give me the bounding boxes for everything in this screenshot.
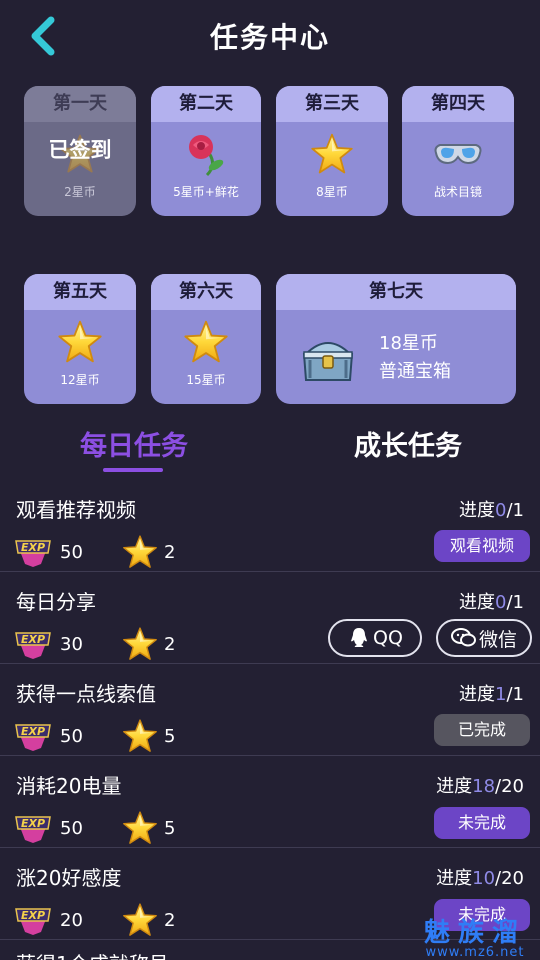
watermark: 魅族溜 www.mz6.net <box>424 912 526 960</box>
task-row: 每日分享 进度0/1 30 2 QQ 微信 <box>0 572 540 664</box>
day-label: 第四天 <box>402 86 514 122</box>
rose-icon <box>182 130 230 178</box>
star-value: 2 <box>164 910 176 931</box>
day-card-1[interactable]: 第一天 已签到 2星币 <box>24 86 136 216</box>
star-value: 5 <box>164 726 176 747</box>
task-name: 消耗20电量 <box>16 774 122 798</box>
qq-icon <box>351 628 368 647</box>
star-icon <box>122 626 158 662</box>
task-name: 涨20好感度 <box>16 866 122 890</box>
exp-icon <box>14 536 52 568</box>
reward-text: 15星币 <box>186 373 226 387</box>
exp-value: 50 <box>60 818 83 839</box>
reward-text: 5星币+鲜花 <box>173 185 239 199</box>
tab-growth-tasks[interactable]: 成长任务 <box>354 424 462 463</box>
day-card-2[interactable]: 第二天 5星币+鲜花 <box>151 86 261 216</box>
goggles-icon <box>434 130 482 178</box>
task-progress: 进度10/20 <box>436 868 524 889</box>
task-row: 消耗20电量 进度18/20 50 5 未完成 <box>0 756 540 848</box>
treasure-chest-icon <box>300 330 356 386</box>
day-label: 第三天 <box>276 86 388 122</box>
task-name: 观看推荐视频 <box>16 498 136 522</box>
task-name: 获得一点线索值 <box>16 682 156 706</box>
reward-text: 普通宝箱 <box>379 361 451 382</box>
day-card-5[interactable]: 第五天 12星币 <box>24 274 136 404</box>
exp-value: 30 <box>60 634 83 655</box>
task-row: 获得一点线索值 进度1/1 50 5 已完成 <box>0 664 540 756</box>
day-card-3[interactable]: 第三天 8星币 <box>276 86 388 216</box>
day-card-4[interactable]: 第四天 战术目镜 <box>402 86 514 216</box>
task-progress: 进度18/20 <box>436 776 524 797</box>
star-value: 2 <box>164 542 176 563</box>
star-icon <box>56 318 104 366</box>
exp-icon <box>14 628 52 660</box>
reward-text: 战术目镜 <box>433 185 482 199</box>
watch-video-button[interactable]: 观看视频 <box>434 530 530 562</box>
tab-daily-tasks[interactable]: 每日任务 <box>80 424 188 463</box>
exp-value: 20 <box>60 910 83 931</box>
day-label: 第一天 <box>24 86 136 122</box>
task-name: 获得1个成就称号 <box>16 948 169 960</box>
task-progress: 进度0/1 <box>459 592 524 613</box>
star-value: 5 <box>164 818 176 839</box>
star-icon <box>122 534 158 570</box>
task-name: 每日分享 <box>16 590 96 614</box>
day-card-6[interactable]: 第六天 15星币 <box>151 274 261 404</box>
star-icon <box>182 318 230 366</box>
page-title: 任务中心 <box>209 21 330 54</box>
header: 任务中心 <box>0 0 540 72</box>
task-progress: 进度1/1 <box>459 684 524 705</box>
exp-icon <box>14 720 52 752</box>
exp-icon <box>14 812 52 844</box>
day-label: 第七天 <box>276 274 516 310</box>
watermark-logo: 魅族溜 <box>423 918 526 948</box>
task-progress: 进度0/1 <box>459 500 524 521</box>
reward-text: 8星币 <box>316 185 348 199</box>
day-label: 第二天 <box>151 86 261 122</box>
day-label: 第六天 <box>151 274 261 310</box>
day-label: 第五天 <box>24 274 136 310</box>
task-row: 观看推荐视频 进度0/1 50 2 观看视频 <box>0 480 540 572</box>
star-icon <box>122 718 158 754</box>
signed-in-label: 已签到 <box>48 138 112 162</box>
day-card-7[interactable]: 第七天 18星币 普通宝箱 <box>276 274 516 404</box>
wechat-icon <box>450 628 476 647</box>
active-tab-indicator <box>103 468 163 472</box>
reward-text: 12星币 <box>60 373 100 387</box>
share-qq-button[interactable]: QQ <box>328 619 422 657</box>
completed-button[interactable]: 已完成 <box>434 714 530 746</box>
star-value: 2 <box>164 634 176 655</box>
star-icon <box>308 130 356 178</box>
star-icon <box>122 902 158 938</box>
exp-value: 50 <box>60 542 83 563</box>
watermark-url: www.mz6.net <box>425 945 525 960</box>
exp-icon <box>14 904 52 936</box>
incomplete-button[interactable]: 未完成 <box>434 807 530 839</box>
exp-value: 50 <box>60 726 83 747</box>
reward-text: 18星币 <box>379 333 438 354</box>
star-icon <box>122 810 158 846</box>
share-wechat-button[interactable]: 微信 <box>436 619 532 657</box>
reward-text: 2星币 <box>64 185 96 199</box>
